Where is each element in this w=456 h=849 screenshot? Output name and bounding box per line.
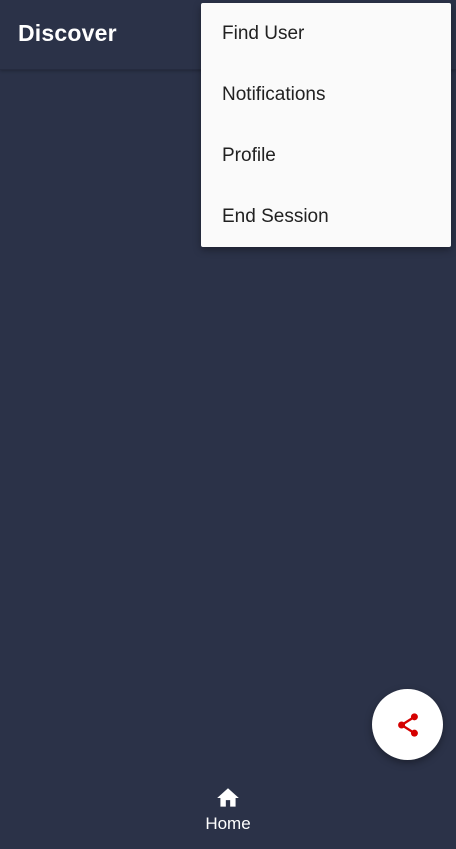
share-icon	[397, 712, 418, 737]
menu-item-profile[interactable]: Profile	[201, 125, 451, 186]
bottom-navigation: Home	[0, 775, 456, 849]
menu-item-notifications[interactable]: Notifications	[201, 64, 451, 125]
menu-item-find-user[interactable]: Find User	[201, 3, 451, 64]
overflow-menu: Find User Notifications Profile End Sess…	[201, 3, 451, 247]
nav-item-home[interactable]: Home	[188, 785, 268, 845]
nav-item-home-label: Home	[205, 814, 251, 833]
menu-item-end-session[interactable]: End Session	[201, 186, 451, 247]
home-icon	[217, 788, 239, 807]
page-title: Discover	[18, 20, 117, 46]
share-fab-button[interactable]	[372, 689, 443, 760]
